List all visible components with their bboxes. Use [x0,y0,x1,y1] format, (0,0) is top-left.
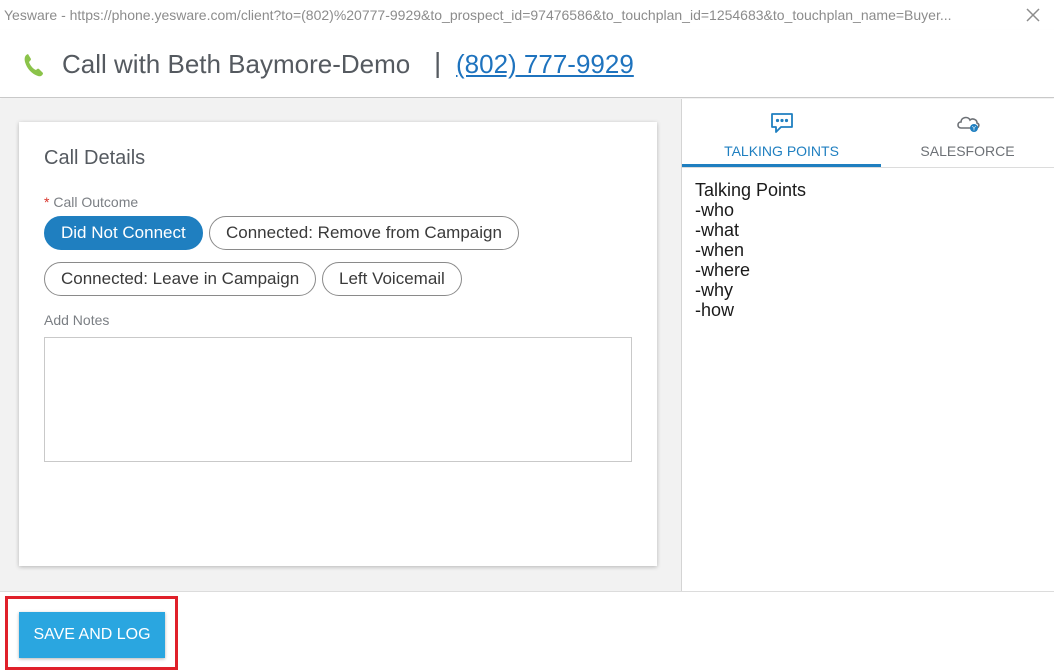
title-separator: | [434,47,442,78]
talking-points-line: -who [695,200,735,220]
call-details-card: Call Details * Call Outcome Did Not Conn… [19,122,657,566]
right-pane: TALKING POINTS Y SALESFORCE Talking Poin… [682,99,1054,591]
call-outcome-text: Call Outcome [53,194,139,210]
talking-points-line: -how [695,300,735,320]
tab-talking-points[interactable]: TALKING POINTS [682,99,881,167]
call-header: Call with Beth Baymore-Demo | (802) 777-… [0,30,1054,98]
talking-points-line: -why [695,280,734,300]
call-title: Call with Beth Baymore-Demo [62,49,411,79]
notes-textarea[interactable] [44,337,632,462]
salesforce-cloud-icon: Y [956,116,980,133]
outcome-left-voicemail-button[interactable]: Left Voicemail [322,262,462,296]
talking-points-line: -what [695,220,740,240]
svg-text:Y: Y [971,127,975,133]
required-marker: * [44,194,50,210]
talking-points-content: Talking Points -who -what -when -where -… [695,180,806,320]
tab-label: TALKING POINTS [724,143,839,159]
outcome-did-not-connect-button[interactable]: Did Not Connect [44,216,203,250]
outcome-connected-leave-button[interactable]: Connected: Leave in Campaign [44,262,317,296]
add-notes-label: Add Notes [44,312,110,328]
save-and-log-button[interactable]: SAVE AND LOG [19,612,165,658]
footer: SAVE AND LOG [0,591,1054,670]
chat-bubble-icon [770,113,793,133]
card-title: Call Details [44,147,146,169]
close-icon [1026,8,1040,22]
window-title: Yesware - https://phone.yesware.com/clie… [4,7,952,23]
window-titlebar: Yesware - https://phone.yesware.com/clie… [0,0,1054,30]
talking-points-line: -where [695,260,751,280]
phone-number-link[interactable]: (802) 777-9929 [456,49,634,80]
tabs-underline [682,167,1054,168]
tab-salesforce[interactable]: Y SALESFORCE [881,99,1054,167]
talking-points-line: -when [695,240,745,260]
close-window-button[interactable] [1022,4,1044,26]
talking-points-line: Talking Points [695,180,807,200]
tab-label: SALESFORCE [920,143,1015,159]
call-outcome-label: * Call Outcome [44,194,138,210]
left-pane: Call Details * Call Outcome Did Not Conn… [0,99,681,591]
outcome-connected-remove-button[interactable]: Connected: Remove from Campaign [209,216,519,250]
phone-icon [24,54,43,77]
